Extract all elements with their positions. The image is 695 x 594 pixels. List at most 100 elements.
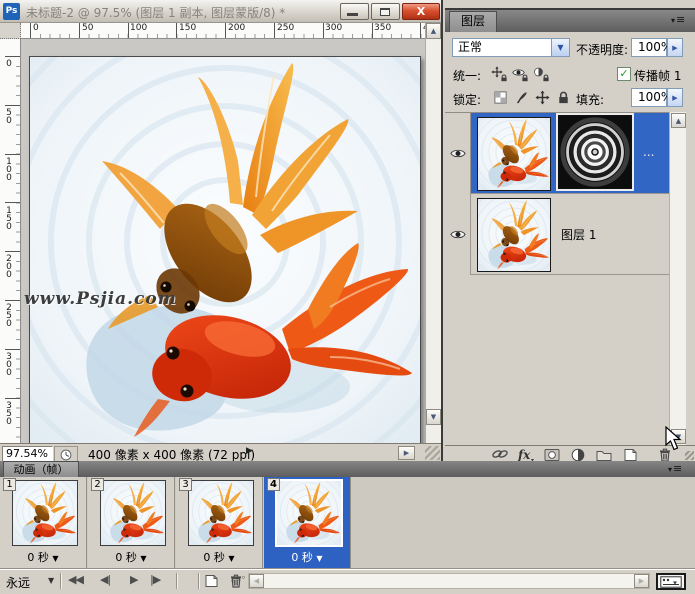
scroll-right-arrow-icon[interactable]: ▶ — [634, 574, 649, 588]
new-group-button[interactable] — [596, 448, 614, 462]
layer-visibility-toggle[interactable] — [445, 113, 471, 194]
link-layers-button[interactable] — [491, 448, 509, 462]
zoom-percentage-input[interactable]: 97.54% — [2, 446, 53, 462]
canvas-image[interactable]: www.Psjia.com — [29, 56, 421, 443]
duplicate-frame-button[interactable] — [203, 574, 219, 591]
chevron-down-icon[interactable]: ▼ — [551, 39, 569, 56]
ruler-origin-box[interactable] — [0, 23, 21, 39]
window-resize-grip[interactable] — [425, 446, 440, 460]
tab-layers[interactable]: 图层 — [449, 11, 497, 32]
first-frame-button[interactable]: ◀◀ — [68, 573, 83, 586]
add-layer-mask-button[interactable] — [544, 448, 562, 462]
scroll-up-arrow-icon[interactable]: ▲ — [671, 113, 686, 128]
scroll-up-arrow-icon[interactable]: ▲ — [426, 23, 441, 39]
layer-row[interactable]: 图层 1 — [445, 194, 669, 275]
chevron-down-icon[interactable]: ▼ — [48, 576, 54, 585]
lock-icon — [500, 74, 508, 82]
frame-thumbnail[interactable] — [188, 480, 254, 546]
lock-transparency-button[interactable] — [493, 90, 510, 107]
layer-name[interactable]: ... — [643, 145, 654, 159]
previous-frame-button[interactable]: ◀| — [100, 573, 110, 586]
maximize-icon — [380, 8, 390, 16]
frame-thumbnail[interactable] — [12, 480, 78, 546]
layer-name[interactable]: 图层 1 — [561, 226, 596, 243]
frames-horizontal-scrollbar[interactable]: ◀ ▶ — [248, 573, 650, 589]
layer-mask-thumbnail[interactable] — [558, 115, 632, 189]
fill-slider-arrow-icon[interactable]: ▶ — [667, 88, 683, 107]
convert-to-timeline-button[interactable] — [656, 573, 686, 590]
chevron-down-icon: ▼ — [140, 554, 146, 563]
unify-visibility-button[interactable] — [512, 66, 529, 82]
blend-mode-value: 正常 — [458, 40, 482, 54]
ruler-label: 200 — [228, 23, 245, 33]
folder-icon — [596, 448, 612, 462]
lock-all-button[interactable] — [556, 90, 573, 107]
play-button[interactable]: ▶ — [130, 573, 137, 586]
goldfish-thumbnail — [478, 199, 550, 271]
ruler-label: 250 — [4, 303, 14, 327]
ruler-label: 100 — [130, 23, 147, 33]
panel-menu-icon[interactable]: ≡ — [668, 464, 682, 475]
layers-vertical-scrollbar[interactable]: ▲ ▼ — [669, 112, 686, 445]
frame-number: 3 — [179, 478, 192, 491]
document-titlebar[interactable]: Ps 未标题-2 @ 97.5% (图层 1 副本, 图层蒙版/8) * X — [0, 0, 441, 23]
animation-panel-header: 动画（帧） ≡ — [0, 461, 695, 477]
frame-number: 1 — [3, 478, 16, 491]
loop-count-dropdown[interactable]: 永远 — [6, 574, 30, 591]
layer-style-button[interactable] — [517, 448, 535, 462]
frame-3[interactable]: 3 0 秒 ▼ — [176, 477, 263, 568]
layer-thumbnail[interactable] — [477, 198, 551, 272]
ruler-tick — [5, 56, 20, 57]
close-button[interactable]: X — [402, 3, 440, 20]
frame-thumbnail[interactable] — [100, 480, 166, 546]
blend-mode-dropdown[interactable]: 正常 ▼ — [452, 38, 570, 57]
next-frame-button[interactable]: |▶ — [150, 573, 160, 586]
new-layer-icon — [203, 574, 219, 588]
frame-4-selected[interactable]: 4 0 秒 ▼ — [264, 477, 351, 568]
animation-controls-bar: 永远 ▼ ◀◀ ◀| ▶ |▶ ∘∘∘ ◀ ▶ — [0, 569, 695, 592]
status-flyout-arrow-icon[interactable]: ▶ — [246, 446, 253, 456]
frame-delay-dropdown[interactable]: 0 秒 ▼ — [0, 549, 86, 565]
frame-delay-dropdown[interactable]: 0 秒 ▼ — [176, 549, 262, 565]
timeline-icon — [660, 576, 682, 588]
layer-visibility-toggle[interactable] — [445, 194, 471, 275]
opacity-slider-arrow-icon[interactable]: ▶ — [667, 38, 683, 57]
scroll-down-arrow-icon[interactable]: ▼ — [426, 409, 441, 425]
lock-pixels-button[interactable] — [514, 90, 531, 107]
panel-menu-icon[interactable]: ≡ — [671, 15, 685, 26]
panel-resize-grip[interactable] — [685, 451, 694, 460]
frame-thumbnail[interactable] — [275, 479, 343, 547]
ruler-tick — [225, 23, 226, 38]
frame-delay-dropdown[interactable]: 0 秒 ▼ — [88, 549, 174, 565]
new-layer-button[interactable] — [622, 448, 640, 462]
ruler-tick — [323, 23, 324, 38]
ruler-label: 150 — [4, 206, 14, 230]
trash-icon — [228, 574, 244, 588]
unify-style-button[interactable] — [533, 66, 550, 82]
propagate-frame-checkbox[interactable]: ✓ — [617, 67, 631, 81]
ruler-label: 350 — [4, 401, 14, 425]
maximize-button[interactable] — [371, 3, 400, 20]
frame-2[interactable]: 2 0 秒 ▼ — [88, 477, 175, 568]
layers-panel: 图层 ≡ 正常 ▼ 不透明度: 100% ▶ 统一: ✓ 传播帧 1 锁定: — [445, 8, 695, 461]
fill-input[interactable]: 100% — [631, 88, 667, 107]
frame-delay-dropdown[interactable]: 0 秒 ▼ — [264, 549, 350, 565]
eye-icon — [450, 229, 466, 240]
adjustment-layer-button[interactable] — [570, 448, 588, 462]
link-icon — [491, 448, 509, 460]
unify-position-button[interactable] — [491, 66, 508, 82]
delete-frame-button[interactable] — [228, 574, 244, 591]
document-vertical-scrollbar[interactable]: ▲ ▼ — [425, 23, 441, 443]
tab-animation-frames[interactable]: 动画（帧） — [3, 461, 79, 477]
scroll-left-arrow-icon[interactable]: ◀ — [249, 574, 264, 588]
layer-thumbnail[interactable] — [477, 117, 551, 191]
lock-position-button[interactable] — [535, 90, 552, 107]
scroll-right-arrow-icon[interactable]: ▶ — [398, 446, 415, 460]
frame-1[interactable]: 1 0 秒 ▼ — [0, 477, 87, 568]
minimize-button[interactable] — [340, 3, 369, 20]
layer-row-selected[interactable]: ... — [445, 113, 669, 194]
frame-delay-value: 0 秒 — [27, 551, 49, 564]
opacity-input[interactable]: 100% — [631, 38, 667, 57]
canvas-viewport[interactable]: www.Psjia.com — [21, 39, 425, 443]
ruler-tick — [5, 398, 20, 399]
